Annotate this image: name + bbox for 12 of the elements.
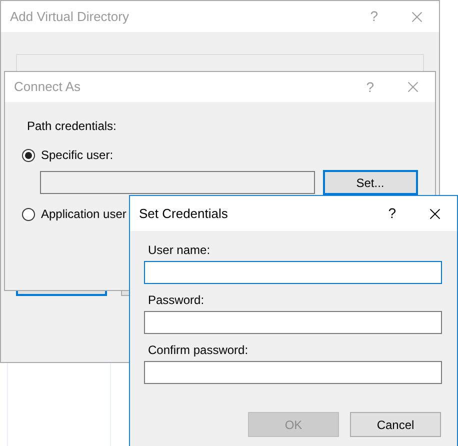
set-button[interactable]: Set... — [322, 170, 418, 195]
field-label: Confirm password: — [148, 342, 250, 359]
field-label: Password: — [148, 292, 206, 309]
section-label: Path credentials: — [27, 118, 118, 135]
help-button[interactable]: ? — [388, 203, 396, 224]
field-label: User name: — [148, 242, 212, 259]
window-title: Connect As — [14, 78, 80, 96]
dialog-button[interactable]: Cancel — [350, 412, 441, 437]
window-title: Add Virtual Directory — [10, 8, 129, 26]
radio-label[interactable]: Application user — [41, 205, 126, 223]
window-title: Set Credentials — [139, 204, 228, 223]
radio-label[interactable]: Specific user: — [41, 146, 114, 164]
